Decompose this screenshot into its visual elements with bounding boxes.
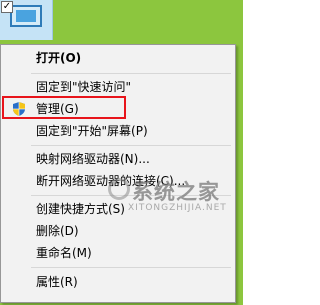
menu-item-label: 映射网络驱动器(N)...: [36, 152, 150, 166]
menu-separator: [31, 73, 231, 74]
this-pc-desktop-icon[interactable]: ✓: [0, 0, 53, 40]
menu-item-map-network-drive[interactable]: 映射网络驱动器(N)...: [3, 148, 233, 170]
selection-checkbox-icon[interactable]: ✓: [1, 1, 13, 13]
menu-item-properties[interactable]: 属性(R): [3, 271, 233, 293]
menu-item-label: 固定到"开始"屏幕(P): [36, 124, 148, 138]
watermark: 系统之家 XITONGZHIJIA.NET: [108, 176, 240, 216]
highlight-annotation-box: [2, 96, 126, 119]
context-menu: 打开(O) 固定到"快速访问" 管理(G) 固定到"开始"屏幕(P) 映射网络驱…: [0, 44, 236, 303]
menu-item-label: 删除(D): [36, 224, 79, 238]
menu-item-pin-start[interactable]: 固定到"开始"屏幕(P): [3, 120, 233, 142]
menu-separator: [31, 145, 231, 146]
watermark-url: XITONGZHIJIA.NET: [128, 203, 227, 213]
monitor-icon: [10, 5, 42, 27]
menu-item-delete[interactable]: 删除(D): [3, 220, 233, 242]
menu-item-open[interactable]: 打开(O): [3, 47, 233, 69]
menu-item-label: 打开(O): [36, 51, 82, 65]
menu-item-label: 固定到"快速访问": [36, 80, 132, 94]
menu-item-label: 属性(R): [36, 275, 78, 289]
menu-item-label: 重命名(M): [36, 246, 92, 260]
menu-item-rename[interactable]: 重命名(M): [3, 242, 233, 264]
watermark-logo-icon: [108, 178, 130, 200]
menu-item-pin-quick-access[interactable]: 固定到"快速访问": [3, 76, 233, 98]
menu-separator: [31, 267, 231, 268]
watermark-title: 系统之家: [132, 180, 220, 204]
